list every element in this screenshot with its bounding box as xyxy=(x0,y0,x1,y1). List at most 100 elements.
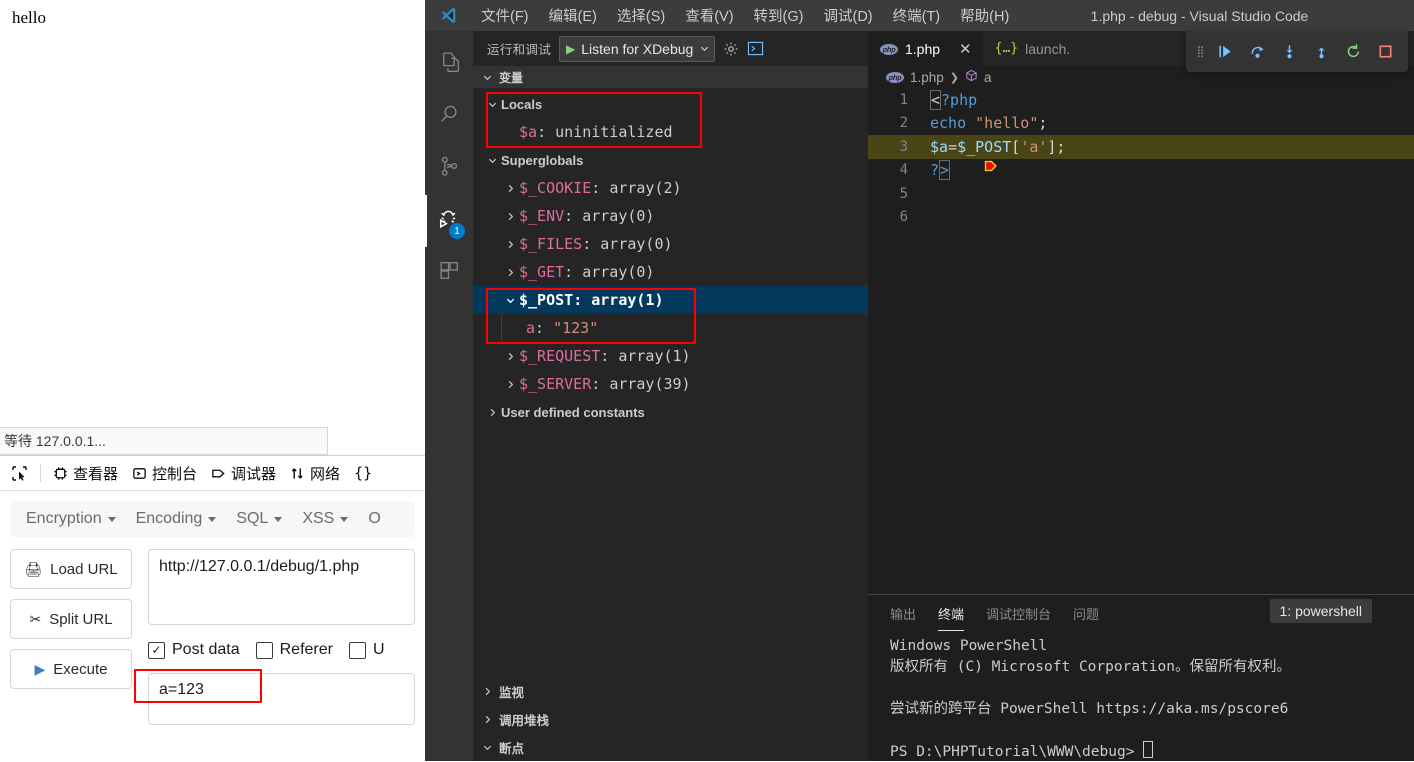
variable-row-cookie[interactable]: $_COOKIE: array(2) xyxy=(473,174,868,202)
step-over-button[interactable] xyxy=(1242,37,1272,67)
load-url-button[interactable]: 🖨 Load URL xyxy=(10,549,132,589)
variable-name: $_FILES xyxy=(519,235,583,253)
stop-button[interactable] xyxy=(1370,37,1400,67)
breadcrumb-symbol[interactable]: a xyxy=(984,70,992,85)
panel-tab-debug-console[interactable]: 调试控制台 xyxy=(986,595,1051,631)
variable-row-get[interactable]: $_GET: array(0) xyxy=(473,258,868,286)
breakpoints-section-header[interactable]: 断点 xyxy=(473,733,868,761)
php-file-icon: php xyxy=(880,43,898,55)
open-debug-console-icon[interactable] xyxy=(747,41,764,56)
devtools-panel: 查看器 控制台 调试器 网络 {} Encryption Encoding SQ… xyxy=(0,455,425,762)
devtools-toolbar: 查看器 控制台 调试器 网络 {} xyxy=(0,456,425,491)
panel-tab-problems[interactable]: 问题 xyxy=(1073,595,1099,631)
devtools-tab-style-editor[interactable]: {} xyxy=(348,460,378,486)
menu-edit[interactable]: 编辑(E) xyxy=(539,1,607,30)
url-input[interactable]: http://127.0.0.1/debug/1.php xyxy=(148,549,415,625)
breakpoint-icon[interactable] xyxy=(876,141,998,171)
variable-value: array(0) xyxy=(600,235,673,253)
scope-label: Superglobals xyxy=(501,152,584,168)
devtools-tab-console[interactable]: 控制台 xyxy=(126,459,203,488)
post-data-input[interactable]: a=123 xyxy=(148,673,415,725)
inspector-icon xyxy=(53,466,68,481)
chevron-right-icon xyxy=(501,239,519,250)
editor-tab-bar: php 1.php ✕ {…} launch. ⣿ xyxy=(868,31,1414,72)
variable-row-env[interactable]: $_ENV: array(0) xyxy=(473,202,868,230)
hackbar-menu-encoding[interactable]: Encoding xyxy=(128,506,225,532)
variable-row-a-local[interactable]: $a: uninitialized xyxy=(473,118,868,146)
hackbar-menu-sql[interactable]: SQL xyxy=(228,506,290,532)
variable-row-files[interactable]: $_FILES: array(0) xyxy=(473,230,868,258)
activitybar-item-explorer[interactable] xyxy=(425,39,473,91)
referer-checkbox[interactable]: Referer xyxy=(255,641,333,659)
variable-value: array(1) xyxy=(591,291,664,309)
terminal-selector[interactable]: 1: powershell xyxy=(1269,599,1372,623)
continue-button[interactable] xyxy=(1210,37,1240,67)
useragent-checkbox[interactable]: U xyxy=(348,641,385,659)
menu-help[interactable]: 帮助(H) xyxy=(950,1,1019,30)
close-icon[interactable]: ✕ xyxy=(959,42,972,57)
split-url-button[interactable]: ✂ Split URL xyxy=(10,599,132,639)
post-data-checkbox[interactable]: ✓ Post data xyxy=(148,641,240,659)
variable-value: array(1) xyxy=(618,347,691,365)
variable-row-request[interactable]: $_REQUEST: array(1) xyxy=(473,342,868,370)
menu-file[interactable]: 文件(F) xyxy=(471,1,539,30)
menu-view[interactable]: 查看(V) xyxy=(675,1,743,30)
terminal-output[interactable]: Windows PowerShell 版权所有 (C) Microsoft Co… xyxy=(868,630,1414,761)
grip-icon[interactable]: ⣿ xyxy=(1194,45,1208,58)
chevron-down-icon xyxy=(107,516,116,522)
menu-selection[interactable]: 选择(S) xyxy=(607,1,675,30)
hackbar-menu-encryption[interactable]: Encryption xyxy=(18,506,124,532)
step-into-button[interactable] xyxy=(1274,37,1304,67)
breadcrumb-file[interactable]: 1.php xyxy=(910,70,944,85)
activitybar-item-extensions[interactable] xyxy=(425,247,473,299)
browser-status-text: 等待 127.0.0.1... xyxy=(4,433,106,449)
search-icon xyxy=(437,102,462,132)
variable-row-server[interactable]: $_SERVER: array(39) xyxy=(473,370,868,398)
variables-section-header[interactable]: 变量 xyxy=(473,66,868,88)
panel-tab-terminal[interactable]: 终端 xyxy=(938,595,965,631)
variable-row-post[interactable]: $_POST: array(1) xyxy=(473,286,868,314)
activitybar-item-search[interactable] xyxy=(425,91,473,143)
code-editor[interactable]: 1 <?php 2 echo "hello"; 3 $a=$_POST['a']… xyxy=(868,88,1414,594)
callstack-section-header[interactable]: 调用堆栈 xyxy=(473,705,868,733)
chevron-down-icon xyxy=(340,516,349,522)
panel-tab-output[interactable]: 输出 xyxy=(890,595,916,631)
gear-icon[interactable] xyxy=(723,41,739,57)
activitybar-item-run-and-debug[interactable]: 1 xyxy=(425,195,473,247)
scope-row-locals[interactable]: Locals xyxy=(473,90,868,118)
devtools-tab-inspector[interactable]: 查看器 xyxy=(47,459,124,488)
url-input-value: http://127.0.0.1/debug/1.php xyxy=(159,558,360,575)
activitybar-item-source-control[interactable] xyxy=(425,143,473,195)
devtools-tab-label: 控制台 xyxy=(152,465,198,483)
button-label: Execute xyxy=(53,660,108,678)
scope-row-superglobals[interactable]: Superglobals xyxy=(473,146,868,174)
devtools-tab-debugger[interactable]: 调试器 xyxy=(205,459,282,488)
tab-1php[interactable]: php 1.php ✕ xyxy=(868,31,983,66)
section-label: 监视 xyxy=(499,685,525,700)
step-out-button[interactable] xyxy=(1306,37,1336,67)
hackbar-menu-other[interactable]: O xyxy=(360,506,388,532)
tab-launchjson[interactable]: {…} launch. xyxy=(982,31,1082,66)
chevron-right-icon xyxy=(501,351,519,362)
hackbar-fields: http://127.0.0.1/debug/1.php ✓ Post data… xyxy=(134,549,415,725)
restart-button[interactable] xyxy=(1338,37,1368,67)
devtools-tab-network[interactable]: 网络 xyxy=(284,459,346,488)
menu-debug[interactable]: 调试(D) xyxy=(813,1,882,30)
launch-config-dropdown[interactable]: ▶ Listen for XDebug xyxy=(559,35,716,62)
hackbar-menu-xss[interactable]: XSS xyxy=(294,506,356,532)
scope-row-user-constants[interactable]: User defined constants xyxy=(473,398,868,426)
toolbar-divider xyxy=(40,464,41,482)
vscode-logo-icon xyxy=(425,6,471,25)
play-icon[interactable]: ▶ xyxy=(566,43,575,55)
element-picker-icon[interactable] xyxy=(4,460,34,486)
menu-terminal[interactable]: 终端(T) xyxy=(883,1,951,30)
watch-section-header[interactable]: 监视 xyxy=(473,677,868,705)
execute-button[interactable]: ▶ Execute xyxy=(10,649,132,689)
variable-row-post-child-a[interactable]: a: "123" xyxy=(473,314,868,342)
devtools-tab-label: 调试器 xyxy=(231,465,277,483)
chevron-right-icon xyxy=(483,407,501,418)
menu-label: Encoding xyxy=(135,510,203,527)
variable-name: a xyxy=(526,319,536,337)
menu-go[interactable]: 转到(G) xyxy=(744,1,814,30)
section-label: 调用堆栈 xyxy=(499,713,550,728)
